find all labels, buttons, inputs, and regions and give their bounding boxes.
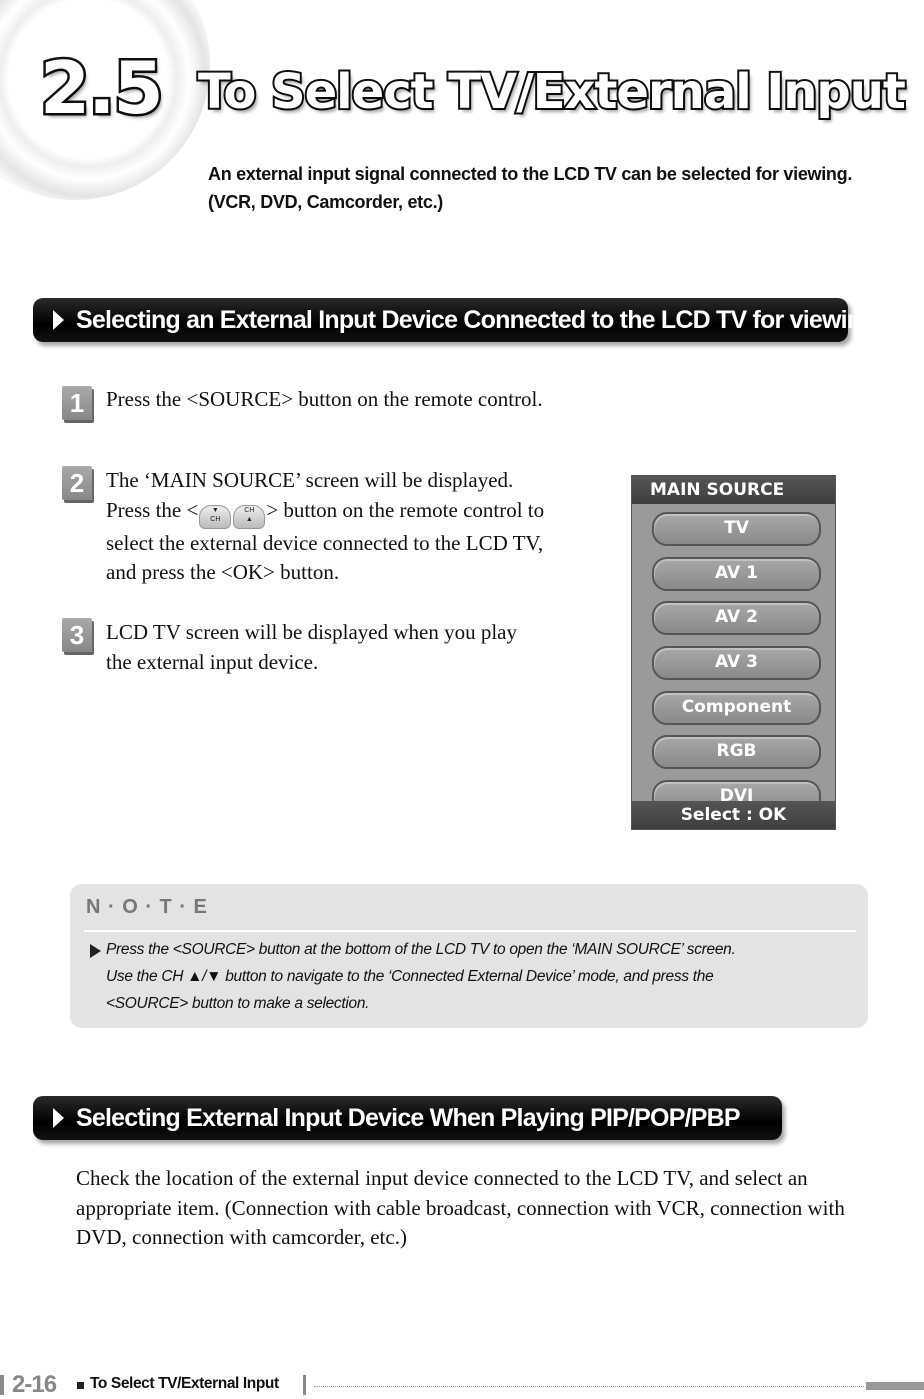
step-line: Press the < ▼ CHCH ▲ > button on the remote … — [106, 496, 544, 529]
square-bullet-icon — [77, 1382, 84, 1389]
step-line: select the external device connected to … — [106, 530, 544, 555]
osd-footer: Select : OK — [632, 801, 835, 829]
step-number-badge: 1 — [62, 386, 92, 420]
page-footer: 2-16 To Select TV/External Input — [0, 1371, 924, 1398]
osd-item-tv[interactable]: TV — [652, 512, 821, 546]
step-2-text: The ‘MAIN SOURCE’ screen will be display… — [106, 466, 544, 588]
step-1-text: Press the <SOURCE> button on the remote … — [106, 385, 543, 415]
osd-header: MAIN SOURCE — [632, 476, 835, 504]
note-line: Press the <SOURCE> button at the bottom … — [106, 941, 736, 958]
step-number-badge: 3 — [62, 618, 92, 652]
footer-divider-bar — [303, 1375, 306, 1395]
note-line: Use the CH ▲/▼ button to navigate to the… — [106, 968, 714, 985]
note-divider — [84, 930, 856, 932]
main-source-osd-menu: MAIN SOURCE TV AV 1 AV 2 AV 3 Component … — [631, 475, 836, 830]
subtitle-line: (VCR, DVD, Camcorder, etc.) — [208, 192, 443, 212]
section-header-pip: Selecting External Input Device When Pla… — [33, 1096, 782, 1140]
step-line: and press the <OK> button. — [106, 560, 340, 584]
page-number: 2-16 — [12, 1371, 57, 1398]
paragraph-line: Check the location of the external input… — [76, 1166, 808, 1190]
osd-item-av1[interactable]: AV 1 — [652, 556, 821, 591]
ch-down-button-icon: ▼ CH — [199, 504, 232, 529]
footer-end-bar — [866, 1382, 924, 1390]
step-line: the external input device. — [106, 649, 319, 674]
bullet-arrow-icon — [90, 944, 101, 958]
footer-dotted-rule — [314, 1386, 864, 1387]
section-title: Selecting an External Input Device Conne… — [76, 305, 877, 334]
note-title: N · O · T · E — [86, 896, 208, 918]
ch-up-button-icon: CH ▲ — [233, 504, 266, 529]
osd-item-rgb[interactable]: RGB — [652, 735, 821, 770]
osd-item-av3[interactable]: AV 3 — [652, 646, 821, 681]
page-title: To Select TV/External Input — [196, 64, 908, 120]
step-3-text: LCD TV screen will be displayed when you… — [106, 618, 517, 677]
paragraph-line: appropriate item. (Connection with cable… — [76, 1195, 845, 1220]
step-line: LCD TV screen will be displayed when you… — [106, 620, 517, 644]
paragraph-line: DVD, connection with camcorder, etc.) — [76, 1225, 407, 1249]
step-line: The ‘MAIN SOURCE’ screen will be display… — [106, 468, 514, 492]
note-line: <SOURCE> button to make a selection. — [106, 995, 370, 1012]
subtitle-line: An external input signal connected to th… — [208, 164, 853, 184]
footer-left-bar — [0, 1375, 4, 1395]
footer-title: To Select TV/External Input — [90, 1375, 279, 1392]
section-title: Selecting External Input Device When Pla… — [76, 1103, 741, 1132]
chapter-number: 2.5 — [38, 46, 167, 130]
osd-item-av2[interactable]: AV 2 — [652, 601, 821, 636]
step-number-badge: 2 — [62, 466, 92, 500]
section-header-external-input: Selecting an External Input Device Conne… — [33, 298, 877, 342]
step-line: Press the <SOURCE> button on the remote … — [106, 387, 543, 411]
play-arrow-icon — [53, 1108, 64, 1128]
osd-item-component[interactable]: Component — [652, 690, 821, 725]
note-box: N · O · T · E Press the <SOURCE> button … — [70, 884, 868, 1028]
pip-paragraph: Check the location of the external input… — [76, 1164, 866, 1253]
page-subtitle: An external input signal connected to th… — [208, 160, 852, 216]
play-arrow-icon — [53, 310, 64, 330]
osd-source-list: TV AV 1 AV 2 AV 3 Component RGB DVI — [632, 504, 835, 815]
note-body: Press the <SOURCE> button at the bottom … — [106, 936, 856, 1017]
